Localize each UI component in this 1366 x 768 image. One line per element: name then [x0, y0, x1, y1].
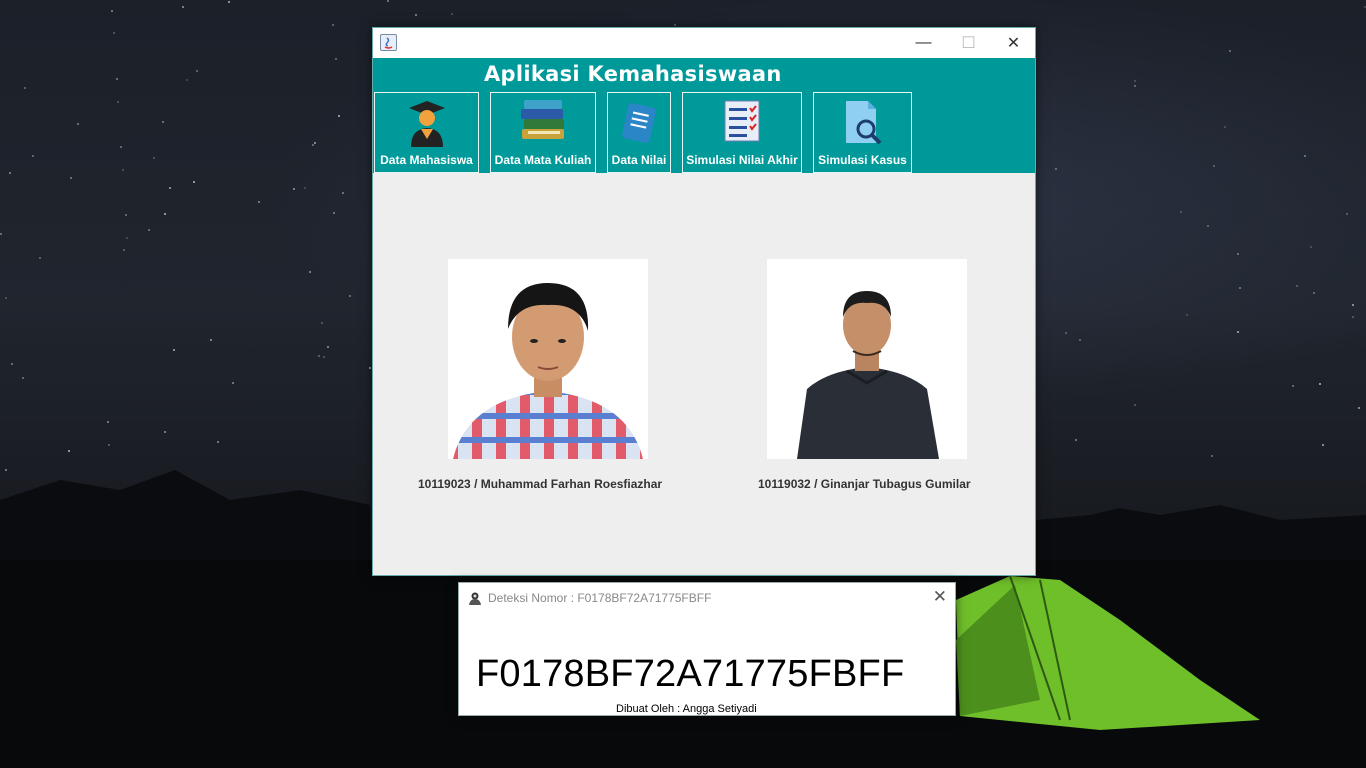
nav-simulasi-kasus-button[interactable]: Simulasi Kasus [813, 92, 912, 173]
nav-simulasi-nilai-akhir-button[interactable]: Simulasi Nilai Akhir [682, 92, 802, 173]
student-photo [448, 259, 648, 459]
nav-label: Data Mata Kuliah [494, 153, 592, 167]
main-window: — ☐ ✕ Aplikasi Kemahasiswaan Data Mahasi… [372, 27, 1036, 576]
close-button[interactable]: ✕ [991, 28, 1036, 58]
nav-data-mata-kuliah-button[interactable]: Data Mata Kuliah [490, 92, 596, 173]
nav-data-nilai-button[interactable]: Data Nilai [607, 92, 671, 173]
nav-label: Simulasi Kasus [818, 153, 907, 167]
document-search-icon [842, 99, 884, 150]
student-caption: 10119023 / Muhammad Farhan Roesfiazhar [418, 477, 663, 491]
app-title: Aplikasi Kemahasiswaan [484, 62, 782, 86]
minimize-button[interactable]: — [901, 28, 946, 58]
nav-label: Data Mahasiswa [380, 153, 473, 167]
nav-data-mahasiswa-button[interactable]: Data Mahasiswa [374, 92, 479, 173]
credit-text: Dibuat Oleh : Angga Setiyadi [616, 703, 757, 715]
window-titlebar[interactable]: — ☐ ✕ [373, 28, 1035, 58]
dialog-title: Deteksi Nomor : F0178BF72A71775FBFF [488, 591, 712, 605]
student-photo [767, 259, 967, 459]
nav-label: Data Nilai [611, 153, 667, 167]
books-icon [518, 99, 568, 150]
app-logo-icon [468, 591, 482, 610]
nav-label: Simulasi Nilai Akhir [686, 153, 798, 167]
detected-number: F0178BF72A71775FBFF [476, 653, 905, 695]
maximize-button[interactable]: ☐ [946, 28, 991, 58]
app-header: Aplikasi Kemahasiswaan Data Mahasiswa Da… [373, 58, 1035, 173]
student-caption: 10119032 / Ginanjar Tubagus Gumilar [758, 477, 971, 491]
java-app-icon [380, 34, 397, 51]
deteksi-nomor-dialog: Deteksi Nomor : F0178BF72A71775FBFF ✕ F0… [458, 582, 956, 716]
dialog-close-button[interactable]: ✕ [933, 587, 947, 607]
checklist-icon [723, 99, 761, 148]
content-panel: 10119023 / Muhammad Farhan Roesfiazhar 1… [373, 173, 1035, 575]
scroll-icon [621, 99, 657, 150]
graduate-icon [407, 99, 447, 152]
